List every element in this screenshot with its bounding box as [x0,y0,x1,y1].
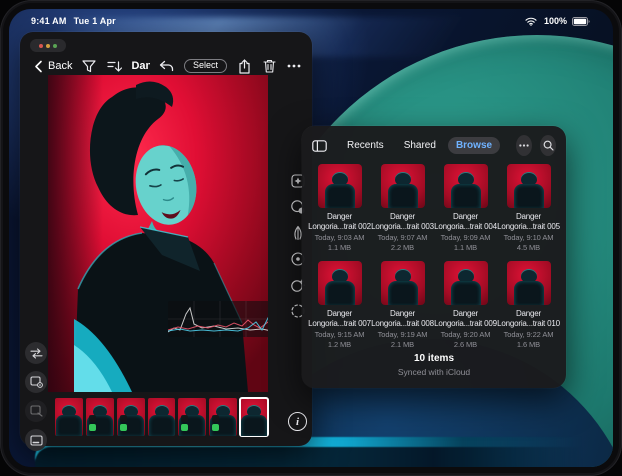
file-item[interactable]: DangerLongoria...trait 002 Today, 9:03 A… [308,164,371,252]
sync-status: Synced with iCloud [302,367,566,377]
edited-badge [89,424,96,431]
status-date: Tue 1 Apr [74,16,116,26]
file-item[interactable]: DangerLongoria...trait 005 Today, 9:10 A… [497,164,560,252]
file-item[interactable]: DangerLongoria...trait 007 Today, 9:15 A… [308,261,371,349]
info-button[interactable]: i [288,412,307,431]
file-time: Today, 9:09 AM [441,233,491,242]
search-button[interactable] [540,135,556,156]
chevron-left-icon [30,58,46,74]
ipad-device-frame: 9:41 AM Tue 1 Apr 100% [0,0,622,476]
file-time: Today, 9:15 AM [315,330,365,339]
file-size: 1.1 MB [454,243,477,252]
browser-header: Recents Shared Browse [302,126,566,162]
zoom-window-dot[interactable] [53,44,57,48]
photo-browser-window: Recents Shared Browse [302,126,566,388]
select-button[interactable]: Select [184,59,227,74]
filmstrip-thumb[interactable] [117,398,145,436]
battery-icon [572,13,591,29]
file-size: 1.6 MB [517,340,540,349]
file-thumbnail [381,164,425,208]
sidebar-toggle-icon[interactable] [312,138,327,154]
sort-icon[interactable] [106,58,122,74]
file-thumbnail [444,261,488,305]
histogram-overlay [168,301,268,337]
filmstrip-thumb[interactable] [86,398,114,436]
filmstrip-toggle-button[interactable] [25,429,47,451]
close-window-dot[interactable] [39,44,43,48]
trash-icon[interactable] [261,58,277,74]
share-icon[interactable] [236,58,252,74]
export-settings-button[interactable] [25,371,47,393]
status-time: 9:41 AM [31,16,67,26]
file-thumbnail [381,261,425,305]
file-time: Today, 9:20 AM [441,330,491,339]
battery-percent: 100% [544,16,567,26]
file-grid: DangerLongoria...trait 002 Today, 9:03 A… [302,162,566,349]
status-bar: 9:41 AM Tue 1 Apr 100% [9,13,613,29]
photo-editor-window: Back Danger Longo... Select [20,32,312,446]
edited-badge [181,424,188,431]
file-name: Danger [327,212,352,221]
file-thumbnail [318,261,362,305]
browser-tabs: Recents Shared Browse [339,137,500,154]
file-time: Today, 9:03 AM [315,233,365,242]
file-size: 4.5 MB [517,243,540,252]
file-size: 1.2 MB [328,340,351,349]
file-time: Today, 9:07 AM [378,233,428,242]
filmstrip-thumb[interactable] [148,398,176,436]
filmstrip-thumb-selected[interactable] [240,398,268,436]
file-name: Danger [390,309,415,318]
file-item[interactable]: DangerLongoria...trait 008 Today, 9:19 A… [371,261,434,349]
file-size: 2.2 MB [391,243,414,252]
more-options-button[interactable] [516,135,532,156]
filmstrip-thumb[interactable] [55,398,83,436]
file-thumbnail [318,164,362,208]
file-time: Today, 9:10 AM [504,233,554,242]
wifi-icon [523,13,539,29]
file-item[interactable]: DangerLongoria...trait 004 Today, 9:09 A… [434,164,497,252]
back-button[interactable]: Back [30,58,72,74]
tab-browse[interactable]: Browse [448,137,500,154]
filmstrip-thumb[interactable] [178,398,206,436]
file-name: Danger [516,309,541,318]
file-size: 2.6 MB [454,340,477,349]
file-name: Danger [453,212,478,221]
file-thumbnail [444,164,488,208]
file-thumbnail [507,261,551,305]
view-buttons-rail [25,342,47,451]
edited-badge [120,424,127,431]
tab-shared[interactable]: Shared [396,137,444,154]
more-icon[interactable] [286,58,302,74]
minimize-window-dot[interactable] [46,44,50,48]
file-size: 2.1 MB [391,340,414,349]
undo-icon[interactable] [159,58,175,74]
photo-canvas[interactable] [48,75,268,392]
file-name: Danger [390,212,415,221]
filter-icon[interactable] [81,58,97,74]
file-size: 1.1 MB [328,243,351,252]
edited-badge [212,424,219,431]
window-controls[interactable] [30,39,66,52]
file-item[interactable]: DangerLongoria...trait 010 Today, 9:22 A… [497,261,560,349]
back-label: Back [48,60,72,72]
ipad-screen: 9:41 AM Tue 1 Apr 100% [9,9,613,467]
compare-button[interactable] [25,342,47,364]
file-item[interactable]: DangerLongoria...trait 003 Today, 9:07 A… [371,164,434,252]
filmstrip-thumb[interactable] [209,398,237,436]
filmstrip [55,397,268,437]
batch-edit-button[interactable] [25,400,47,422]
file-name: Danger [516,212,541,221]
file-thumbnail [507,164,551,208]
file-name: Danger [327,309,352,318]
file-item[interactable]: DangerLongoria...trait 009 Today, 9:20 A… [434,261,497,349]
tab-recents[interactable]: Recents [339,137,392,154]
file-name: Danger [453,309,478,318]
item-count: 10 items [302,353,566,364]
file-time: Today, 9:19 AM [378,330,428,339]
screenshot-root: 9:41 AM Tue 1 Apr 100% [0,0,622,476]
file-time: Today, 9:22 AM [504,330,554,339]
document-title: Danger Longo... [131,60,150,72]
browser-footer: 10 items Synced with iCloud [302,353,566,377]
